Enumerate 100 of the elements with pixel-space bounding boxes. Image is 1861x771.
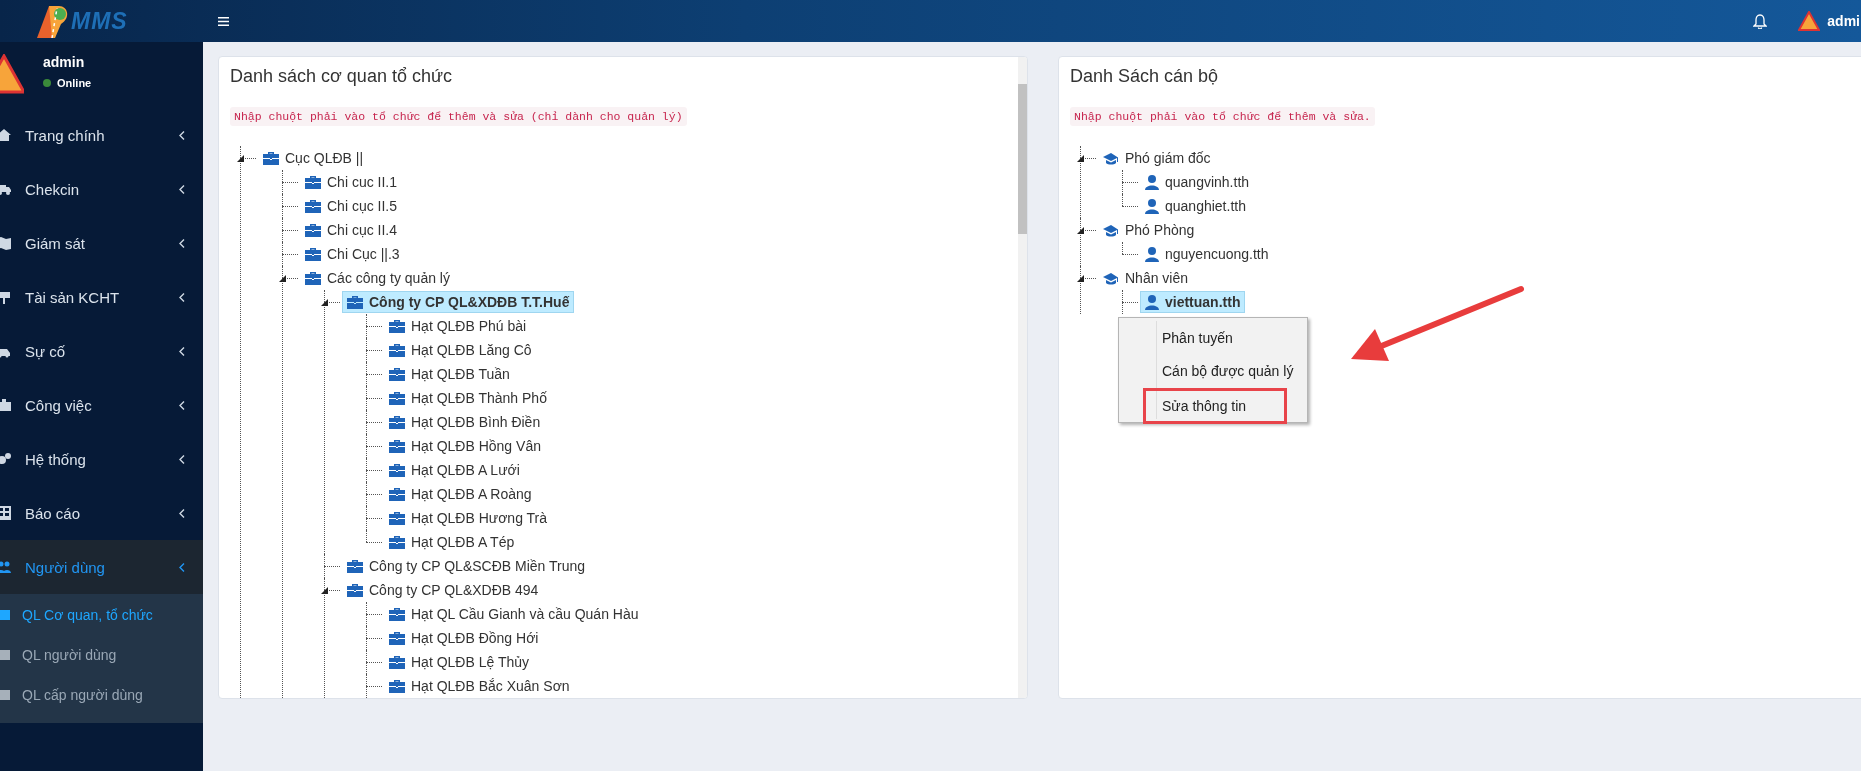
- tree-node[interactable]: Chi cục II.5: [300, 195, 403, 217]
- briefcase-icon: [389, 631, 405, 645]
- chevron-icon: [179, 184, 185, 194]
- user-name: admin: [43, 54, 86, 70]
- tree-node[interactable]: Hạt QLĐB Phú bài: [384, 315, 532, 337]
- tree-node[interactable]: Công ty CP QL&XDĐB 494: [342, 579, 544, 601]
- tree-node[interactable]: Hạt QLĐB Lệ Thủy: [384, 651, 535, 673]
- person-icon: [1145, 246, 1159, 262]
- briefcase-icon: [389, 439, 405, 453]
- tree-node[interactable]: viettuan.tth: [1140, 291, 1246, 313]
- collapse-arrow-icon[interactable]: [1077, 275, 1084, 282]
- briefcase-icon: [389, 535, 405, 549]
- tree-node[interactable]: Hạt QLĐB Bình Điền: [384, 411, 546, 433]
- sidebar-item[interactable]: Hệ thống: [0, 432, 203, 486]
- scrollbar-thumb[interactable]: [1018, 84, 1027, 234]
- menu-item[interactable]: Cán bộ được quản lý: [1119, 355, 1301, 388]
- tree-node[interactable]: Hạt QLĐB Hồng Vân: [384, 435, 546, 457]
- briefcase-icon: [389, 607, 405, 621]
- person-icon: [1145, 174, 1159, 190]
- tree-node[interactable]: Hạt QLĐB Thành Phố: [384, 387, 552, 409]
- tree-node[interactable]: nguyencuong.tth: [1140, 243, 1274, 265]
- menu-item[interactable]: Phân tuyến: [1119, 322, 1301, 355]
- sidebar-item[interactable]: Báo cáo: [0, 486, 203, 540]
- submenu-item[interactable]: QL người dùng: [0, 635, 203, 675]
- tree-node[interactable]: Hạt QLĐB Tuần: [384, 363, 515, 385]
- tree-node[interactable]: Chi Cục ||.3: [300, 243, 405, 265]
- submenu-item[interactable]: QL cấp người dùng: [0, 675, 203, 715]
- chevron-icon: [179, 130, 185, 140]
- briefcase-icon: [305, 271, 321, 285]
- status-text: Online: [57, 77, 92, 89]
- tree-node[interactable]: Hạt QLĐB A Lưới: [384, 459, 525, 481]
- briefcase-icon: [389, 463, 405, 477]
- briefcase-icon: [389, 343, 405, 357]
- users-icon: [0, 560, 11, 574]
- chevron-icon: [179, 454, 185, 464]
- tree-node[interactable]: Hạt QLĐB Bắc Xuân Sơn: [384, 675, 575, 697]
- tree-node[interactable]: Phó Phòng: [1098, 219, 1200, 241]
- tree-node[interactable]: Phó giám đốc: [1098, 147, 1216, 169]
- home-icon: [0, 128, 11, 142]
- tree-node[interactable]: Hạt QL Cầu Gianh và cầu Quán Hàu: [384, 603, 644, 625]
- sidebar-item[interactable]: Giám sát: [0, 216, 203, 270]
- square-bullet-icon: [0, 610, 10, 620]
- briefcase-icon: [389, 415, 405, 429]
- collapse-arrow-icon[interactable]: [279, 275, 286, 282]
- tree-node[interactable]: Hạt QLĐB A Tép: [384, 531, 520, 553]
- chevron-icon: [179, 562, 185, 572]
- submenu-item[interactable]: QL Cơ quan, tổ chức: [0, 595, 203, 635]
- briefcase-icon: [389, 511, 405, 525]
- sidebar-item[interactable]: Chekcin: [0, 162, 203, 216]
- graduation-cap-icon: [1103, 271, 1119, 285]
- panel-title: Danh sách cơ quan tổ chức: [230, 65, 453, 88]
- map-icon: [0, 236, 11, 250]
- collapse-arrow-icon[interactable]: [1077, 227, 1084, 234]
- avatar-icon: [0, 54, 24, 94]
- tree-node[interactable]: Công ty CP QL&SCĐB Miền Trung: [342, 555, 591, 577]
- tree-node[interactable]: Hạt QLĐB Lăng Cô: [384, 339, 537, 361]
- gears-icon: [0, 452, 11, 466]
- tree-node[interactable]: Chi cuc II.1: [300, 171, 403, 193]
- person-icon: [1145, 198, 1159, 214]
- collapse-arrow-icon[interactable]: [1077, 155, 1084, 162]
- signboard-icon: [0, 290, 11, 304]
- tree-node[interactable]: Hạt QLĐB A Roàng: [384, 483, 537, 505]
- briefcase-icon: [305, 247, 321, 261]
- collapse-arrow-icon[interactable]: [321, 299, 328, 306]
- truck-icon: [0, 182, 11, 196]
- tree-node[interactable]: Hạt QLĐB Đồng Hới: [384, 627, 544, 649]
- tree-node[interactable]: Cục QLĐB ||: [258, 147, 369, 169]
- avatar-icon[interactable]: [1798, 11, 1821, 31]
- briefcase-icon: [389, 487, 405, 501]
- sidebar-item[interactable]: Sự cố: [0, 324, 203, 378]
- collapse-arrow-icon[interactable]: [321, 587, 328, 594]
- tree-node[interactable]: Hạt QLĐB Hương Trà: [384, 507, 553, 529]
- chevron-icon: [179, 292, 185, 302]
- briefcase-icon: [347, 583, 363, 597]
- square-bullet-icon: [0, 690, 10, 700]
- collapse-arrow-icon[interactable]: [237, 155, 244, 162]
- tree-node[interactable]: quangvinh.tth: [1140, 171, 1255, 193]
- chevron-icon: [179, 238, 185, 248]
- briefcase-icon: [305, 199, 321, 213]
- briefcase-icon: [389, 391, 405, 405]
- sidebar-item[interactable]: Người dùng: [0, 540, 203, 594]
- panel-title: Danh Sách cán bộ: [1070, 65, 1220, 88]
- scrollbar[interactable]: [1018, 57, 1027, 698]
- briefcase-icon: [263, 151, 279, 165]
- sidebar-item[interactable]: Công việc: [0, 378, 203, 432]
- graduation-cap-icon: [1103, 223, 1119, 237]
- chevron-icon: [179, 346, 185, 356]
- user-name[interactable]: admi: [1827, 13, 1861, 29]
- sidebar-item[interactable]: Tài sản KCHT: [0, 270, 203, 324]
- tree-node[interactable]: Chi cục II.4: [300, 219, 403, 241]
- tree-node[interactable]: Các công ty quản lý: [300, 267, 455, 289]
- menu-icon[interactable]: [218, 16, 229, 26]
- chevron-icon: [179, 508, 185, 518]
- tree-node[interactable]: Công ty CP QL&XDĐB T.T.Huế: [342, 291, 575, 313]
- chevron-icon: [179, 400, 185, 410]
- tree-node[interactable]: Nhân viên: [1098, 267, 1194, 289]
- tree-node[interactable]: quanghiet.tth: [1140, 195, 1251, 217]
- menu-item[interactable]: Sửa thông tin: [1143, 388, 1287, 424]
- sidebar-item[interactable]: Trang chính: [0, 108, 203, 162]
- notification-bell-icon[interactable]: [1753, 13, 1768, 29]
